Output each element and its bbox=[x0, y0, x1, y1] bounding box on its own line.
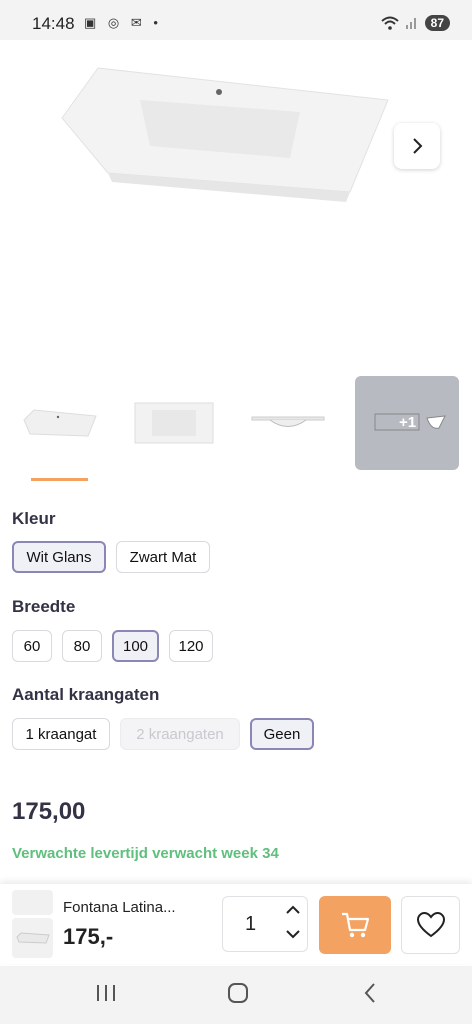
chevron-up-icon[interactable] bbox=[285, 903, 301, 915]
option-width-120[interactable]: 120 bbox=[169, 630, 213, 662]
product-price: 175,00 bbox=[12, 798, 86, 825]
next-image-button[interactable] bbox=[394, 123, 440, 169]
option-geen[interactable]: Geen bbox=[250, 718, 314, 750]
product-image[interactable] bbox=[0, 40, 472, 370]
more-count: +1 bbox=[399, 414, 417, 431]
quantity-stepper[interactable]: 1 bbox=[222, 896, 308, 952]
thumbnail-more[interactable]: +1 bbox=[355, 376, 459, 470]
notification-icons: ▣ ◎ ✉ • bbox=[84, 15, 162, 30]
option-width-60[interactable]: 60 bbox=[12, 630, 52, 662]
sink-top-thumbnail bbox=[134, 402, 214, 444]
option-1-kraangat[interactable]: 1 kraangat bbox=[12, 718, 110, 750]
active-thumbnail-indicator bbox=[31, 478, 88, 481]
option-wit-glans[interactable]: Wit Glans bbox=[12, 541, 106, 573]
status-bar: 14:48 ▣ ◎ ✉ • 87 bbox=[0, 0, 472, 40]
thumbnail-placeholder bbox=[12, 890, 53, 915]
kraangaten-label: Aantal kraangaten bbox=[12, 685, 160, 704]
thumbnail-sink bbox=[12, 918, 53, 958]
thumbnail-2[interactable] bbox=[122, 376, 226, 470]
signal-icon bbox=[405, 18, 416, 29]
breedte-label: Breedte bbox=[12, 597, 76, 616]
thumbnail-strip: +1 bbox=[0, 376, 472, 472]
thumbnail-3[interactable] bbox=[236, 376, 340, 470]
status-time: 14:48 bbox=[32, 14, 75, 33]
cart-bar-price: 175,- bbox=[63, 924, 114, 949]
add-to-cart-button[interactable] bbox=[319, 896, 391, 954]
status-right: 87 bbox=[380, 15, 450, 31]
sink-mini-icon bbox=[15, 932, 50, 944]
kleur-label: Kleur bbox=[12, 509, 56, 528]
sticky-cart-bar: Fontana Latina... 175,- 1 bbox=[0, 884, 472, 964]
cart-bar-product-name: Fontana Latina... bbox=[63, 899, 176, 916]
back-icon[interactable] bbox=[362, 982, 378, 1004]
option-width-80[interactable]: 80 bbox=[62, 630, 102, 662]
favorite-button[interactable] bbox=[401, 896, 460, 954]
home-icon[interactable] bbox=[226, 982, 250, 1004]
option-zwart-mat[interactable]: Zwart Mat bbox=[116, 541, 210, 573]
heart-icon bbox=[416, 911, 445, 938]
option-width-100[interactable]: 100 bbox=[112, 630, 159, 662]
sink-thumbnail bbox=[23, 409, 97, 437]
sink-image bbox=[61, 67, 389, 202]
recent-apps-icon[interactable] bbox=[95, 982, 117, 1004]
system-nav-bar bbox=[0, 966, 472, 1024]
option-2-kraangaten: 2 kraangaten bbox=[120, 718, 240, 750]
cart-bar-thumbnail bbox=[12, 890, 53, 960]
wifi-icon bbox=[380, 16, 399, 30]
delivery-estimate: Verwachte levertijd verwacht week 34 bbox=[12, 845, 279, 862]
chevron-down-icon[interactable] bbox=[285, 929, 301, 941]
sink-side-thumbnail bbox=[251, 416, 325, 427]
cart-icon bbox=[342, 912, 370, 938]
battery-indicator: 87 bbox=[424, 15, 450, 31]
quantity-value[interactable]: 1 bbox=[245, 913, 256, 936]
thumbnail-1[interactable] bbox=[8, 376, 112, 470]
chevron-right-icon bbox=[413, 138, 423, 154]
